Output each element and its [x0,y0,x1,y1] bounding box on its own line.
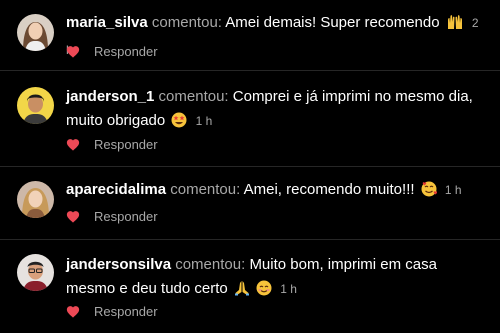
like-heart-icon[interactable] [66,138,80,151]
avatar[interactable] [17,14,54,51]
comment-timestamp: 1 h [195,114,213,128]
comment-verb: comentou: [151,14,222,31]
reply-button[interactable]: Responder [94,137,158,152]
comment-item: aparecidalima comentou: Amei, recomendo … [0,167,500,239]
comment-username[interactable]: aparecidalima [66,181,166,198]
folded-hands-emoji-icon [234,280,250,304]
comment-verb: comentou: [170,181,241,198]
avatar[interactable] [17,254,54,291]
comment-item: jandersonsilva comentou: Muito bom, impr… [0,240,500,333]
comment-text: Amei, recomendo muito!!! [243,181,415,198]
like-heart-icon[interactable] [66,45,80,58]
comment-timestamp: 1 h [444,183,462,197]
blush-emoji-icon [256,280,272,304]
comment-text: Amei demais! Super recomendo [225,14,440,31]
comment-verb: comentou: [175,256,246,273]
avatar[interactable] [17,87,54,124]
comment-username[interactable]: maria_silva [66,14,148,31]
avatar[interactable] [17,181,54,218]
comment-username[interactable]: jandersonsilva [66,256,171,273]
comment-item: janderson_1 comentou: Comprei e já impri… [0,71,500,166]
comment-timestamp: 1 h [280,282,297,296]
comment-verb: comentou: [158,88,229,105]
comment-item: maria_silva comentou: Amei demais! Super… [0,0,500,70]
like-heart-icon[interactable] [66,210,80,223]
star-struck-emoji-icon [171,112,187,136]
reply-button[interactable]: Responder [94,209,158,224]
like-heart-icon[interactable] [66,305,80,318]
comment-username[interactable]: janderson_1 [66,88,154,105]
reply-button[interactable]: Responder [94,44,158,59]
raised-hands-emoji-icon [446,14,464,38]
reply-button[interactable]: Responder [94,304,158,319]
smiling-face-with-hearts-emoji-icon [421,181,437,205]
